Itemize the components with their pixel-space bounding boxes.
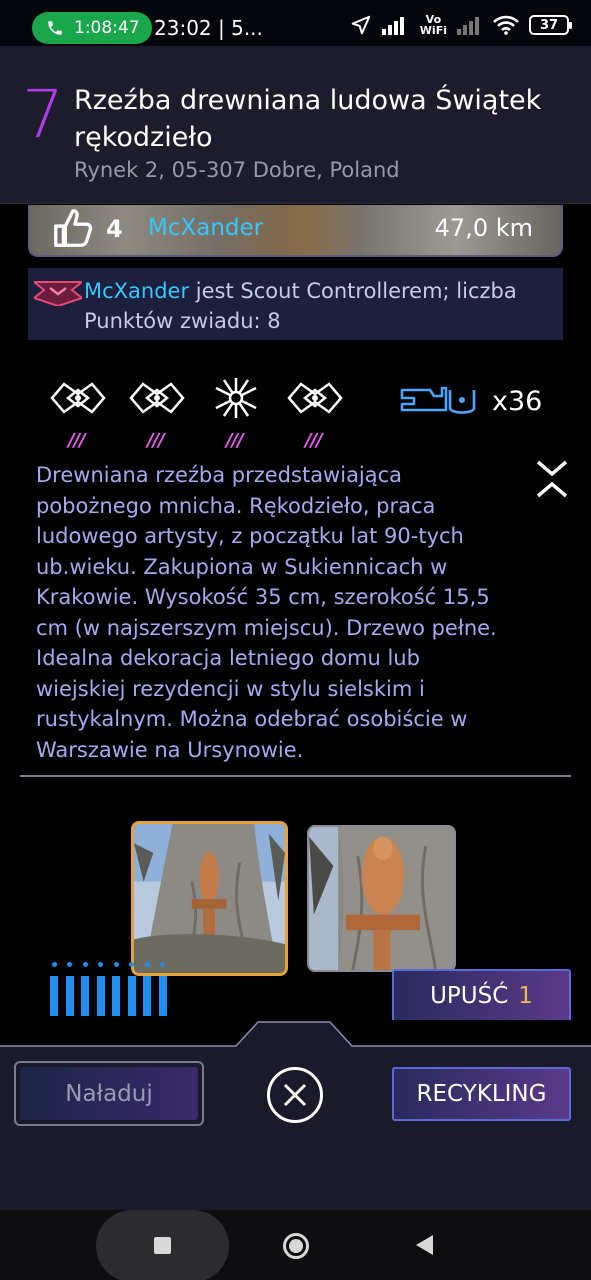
shield-mod-icon [129, 382, 185, 414]
second-signal-icon [457, 17, 479, 35]
shield-mod-icon [287, 382, 343, 414]
portal-photo[interactable] [307, 825, 456, 972]
mod-slot-1[interactable]: /// [48, 376, 108, 451]
energy-dot [144, 962, 150, 967]
mod-slot-4[interactable]: /// [285, 376, 345, 451]
mod-slot-3[interactable]: /// [206, 376, 266, 451]
portal-address: Rynek 2, 05-307 Dobre, Poland [74, 158, 400, 182]
phone-icon [48, 21, 62, 35]
home-icon[interactable] [283, 1233, 309, 1259]
back-icon[interactable] [416, 1235, 433, 1255]
shield-mod-icon [50, 382, 106, 414]
scout-controller-bar: McXander jest Scout Controllerem; liczba… [28, 268, 563, 340]
mod-rarity-marks: /// [226, 430, 244, 451]
system-navigation-bar [0, 1210, 591, 1280]
recharge-label: Naładuj [20, 1067, 198, 1120]
status-bar: 1:08:47 23:02 | 5... Vo WiFi 37 [0, 0, 591, 46]
multi-hack-mod-icon [215, 378, 257, 418]
vowifi-indicator: Vo WiFi [419, 13, 447, 37]
mod-rarity-marks: /// [147, 430, 165, 451]
call-timer: 1:08:47 [74, 18, 140, 38]
battery-indicator: 37 [529, 15, 572, 35]
cell-signal-icon [381, 17, 404, 35]
portal-title: Rzeźba drewniana ludowa Świątek rękodzie… [74, 85, 542, 153]
portal-distance: 47,0 km [434, 214, 533, 242]
energy-bar [112, 976, 120, 1016]
portal-description: Drewniana rzeźba przedstawiająca pobożne… [36, 463, 497, 762]
portal-photo-selected[interactable] [131, 821, 288, 976]
clock: 23:02 | 5... [154, 16, 263, 40]
key-count: x36 [492, 386, 543, 417]
energy-bar [158, 976, 167, 1016]
drop-count: 1 [518, 983, 533, 1009]
ongoing-call-pill[interactable]: 1:08:47 [32, 12, 152, 44]
close-button[interactable] [267, 1067, 323, 1123]
energy-bar [65, 976, 74, 1016]
energy-dot [160, 962, 165, 967]
wifi-icon [493, 15, 519, 35]
energy-dot [113, 962, 119, 967]
location-arrow-icon [351, 15, 371, 35]
recycle-button[interactable]: RECYKLING [392, 1067, 571, 1121]
energy-dot [98, 962, 103, 967]
scout-controller-badge-icon [34, 281, 82, 306]
energy-bar [50, 976, 58, 1016]
energy-dot [129, 962, 134, 967]
energy-dot [67, 962, 72, 967]
portal-summary-strip: 4 McXander 47,0 km [28, 205, 563, 257]
energy-dot [82, 962, 88, 967]
scout-name[interactable]: McXander [84, 279, 189, 303]
mod-slot-2[interactable]: /// [127, 376, 187, 451]
close-icon [283, 1083, 307, 1107]
mod-rarity-marks: /// [305, 430, 323, 451]
portal-level: 7 [22, 76, 64, 153]
like-count: 4 [106, 215, 123, 243]
mod-rarity-marks: /// [68, 430, 86, 451]
energy-bar [127, 976, 136, 1016]
energy-bar [143, 976, 151, 1016]
portal-owner[interactable]: McXander [148, 215, 263, 241]
section-divider [20, 775, 571, 777]
collapse-icon[interactable] [534, 458, 570, 500]
portal-key-icon[interactable] [400, 384, 476, 418]
energy-bar [96, 976, 105, 1016]
resonator-energy-meter [50, 962, 180, 1018]
recents-icon[interactable] [154, 1237, 171, 1254]
drop-label: UPUŚĆ [430, 983, 509, 1009]
scout-controller-text: McXander jest Scout Controllerem; liczba… [84, 279, 517, 333]
recharge-button[interactable]: Naładuj [14, 1061, 204, 1126]
thumbs-up-icon[interactable] [50, 205, 96, 251]
drop-button[interactable]: UPUŚĆ 1 [392, 969, 571, 1023]
energy-dot [51, 962, 57, 967]
portal-header: 7 Rzeźba drewniana ludowa Świątek rękodz… [0, 46, 591, 204]
energy-bar [81, 976, 89, 1016]
